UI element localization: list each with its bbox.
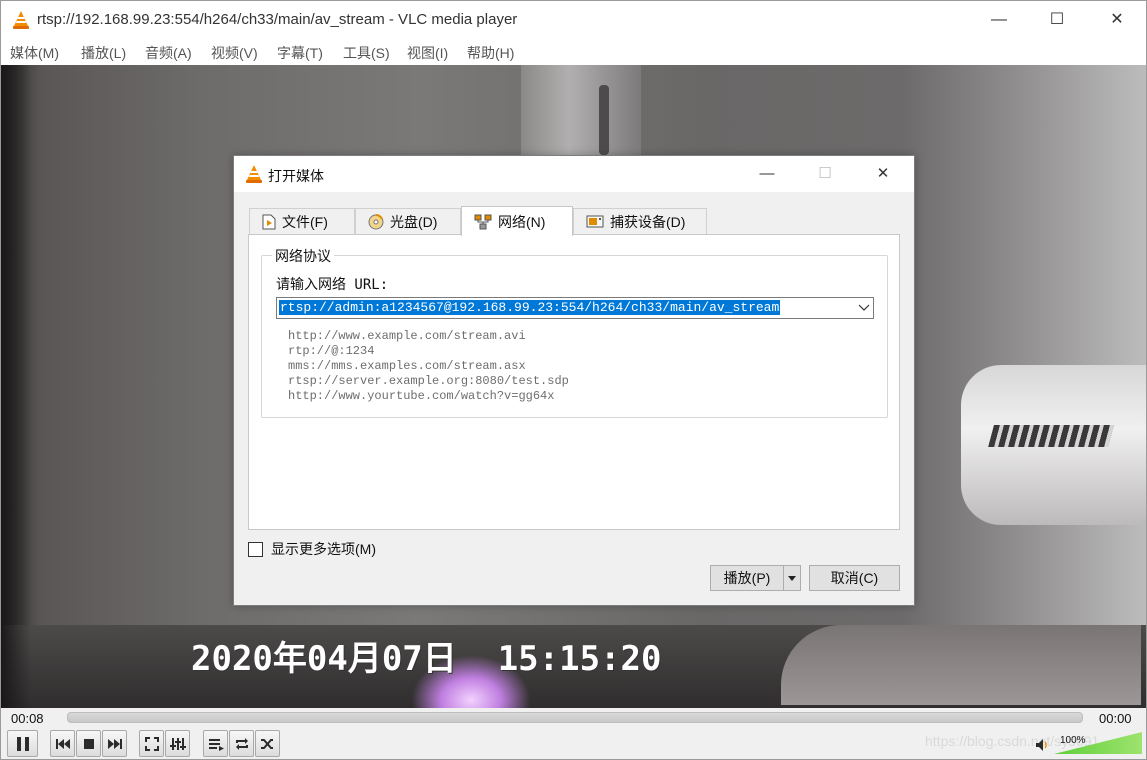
loop-icon [235,737,248,750]
video-scene-slot [599,85,609,155]
show-more-options[interactable]: 显示更多选项(M) [248,539,376,559]
cancel-button[interactable]: 取消(C) [809,565,900,591]
volume-slider[interactable]: 100% [1054,732,1142,754]
dialog-minimize-button[interactable]: — [744,156,790,192]
network-icon [474,214,492,230]
url-examples: http://www.example.com/stream.avi rtp://… [288,329,569,404]
video-scene-grille [988,425,1114,447]
menu-tools[interactable]: 工具(S) [343,43,390,63]
playlist-icon [208,738,224,751]
maximize-button[interactable]: ☐ [1029,1,1085,39]
speaker-icon[interactable] [1035,738,1051,752]
pause-icon [16,736,29,751]
loop-button[interactable] [229,730,254,757]
dialog-close-button[interactable]: ✕ [860,156,906,192]
tab-network-label: 网络(N) [498,213,546,230]
play-button[interactable]: 播放(P) [711,566,784,590]
url-input[interactable]: rtsp://admin:a1234567@192.168.99.23:554/… [276,297,874,319]
next-button[interactable] [102,730,127,757]
vlc-window: rtsp://192.168.99.23:554/h264/ch33/main/… [0,0,1147,760]
vlc-cone-icon [13,11,29,29]
minimize-button[interactable]: — [971,1,1027,39]
url-example: rtp://@:1234 [288,344,375,358]
shuffle-icon [260,738,273,749]
window-title: rtsp://192.168.99.23:554/h264/ch33/main/… [37,11,518,28]
time-total[interactable]: 00:00 [1099,711,1132,726]
disc-icon [368,214,384,230]
tab-disc-label: 光盘(D) [390,214,438,230]
pause-button[interactable] [7,730,38,757]
menu-audio[interactable]: 音频(A) [145,43,192,63]
tab-network[interactable]: 网络(N) [461,206,573,236]
open-media-dialog: 打开媒体 — ☐ ✕ 文件(F) 光盘(D) 网络(N) 捕获设备(D) 网络协… [233,155,915,606]
menu-video[interactable]: 视频(V) [211,43,258,63]
url-label: 请输入网络 URL: [276,277,389,293]
vlc-cone-icon [246,165,262,183]
menu-playback[interactable]: 播放(L) [81,43,126,63]
tab-file[interactable]: 文件(F) [249,208,355,235]
menu-subtitle[interactable]: 字幕(T) [277,43,323,63]
more-options-label[interactable]: 显示更多选项(M) [271,539,376,559]
seek-bar[interactable] [67,712,1083,723]
video-timestamp-overlay: 2020年04月07日 15:15:20 [191,639,662,679]
video-scene-shadow [1,65,31,708]
network-tab-panel: 网络协议 请输入网络 URL: rtsp://admin:a1234567@19… [248,234,900,530]
fullscreen-button[interactable] [139,730,164,757]
tab-file-label: 文件(F) [282,214,328,230]
group-title: 网络协议 [272,246,334,266]
capture-device-icon [586,215,604,229]
previous-button[interactable] [50,730,75,757]
more-options-checkbox[interactable] [248,541,263,557]
menu-help[interactable]: 帮助(H) [467,43,514,63]
url-input-value[interactable]: rtsp://admin:a1234567@192.168.99.23:554/… [279,300,781,315]
skip-forward-icon [107,738,122,749]
shuffle-button[interactable] [255,730,280,757]
tab-capture-device[interactable]: 捕获设备(D) [573,208,707,235]
dialog-title-bar: 打开媒体 — ☐ ✕ [234,156,914,192]
time-elapsed: 00:08 [11,711,44,726]
play-split-button: 播放(P) [710,565,801,591]
menu-view[interactable]: 视图(I) [407,43,448,63]
dialog-title: 打开媒体 [268,168,324,184]
network-protocol-group: 网络协议 请输入网络 URL: rtsp://admin:a1234567@19… [261,246,888,418]
url-example: http://www.example.com/stream.avi [288,329,526,343]
video-scene-cable [781,625,1141,705]
stop-button[interactable] [76,730,101,757]
skip-back-icon [55,738,70,749]
chevron-down-icon[interactable] [858,302,870,312]
menu-bar: 媒体(M) 播放(L) 音频(A) 视频(V) 字幕(T) 工具(S) 视图(I… [1,39,1146,65]
url-example: mms://mms.examples.com/stream.asx [288,359,526,373]
extended-settings-button[interactable] [165,730,190,757]
menu-media[interactable]: 媒体(M) [10,43,59,63]
playlist-button[interactable] [203,730,228,757]
url-example: rtsp://server.example.org:8080/test.sdp [288,374,569,388]
volume-label: 100% [1060,735,1086,746]
title-bar: rtsp://192.168.99.23:554/h264/ch33/main/… [1,1,1146,39]
dialog-maximize-button: ☐ [818,165,832,182]
playback-controls: 00:08 00:00 https://blog.csdn.net/sy9091… [1,708,1146,759]
tab-capture-device-label: 捕获设备(D) [610,214,686,230]
play-options-dropdown[interactable] [784,566,800,590]
fullscreen-icon [144,736,159,751]
dropdown-arrow-icon [788,576,796,581]
tab-disc[interactable]: 光盘(D) [355,208,461,235]
url-example: http://www.yourtube.com/watch?v=gg64x [288,389,555,403]
file-play-icon [262,214,276,230]
equalizer-icon [169,737,186,750]
close-button[interactable]: ✕ [1089,1,1145,39]
stop-icon [83,738,94,749]
